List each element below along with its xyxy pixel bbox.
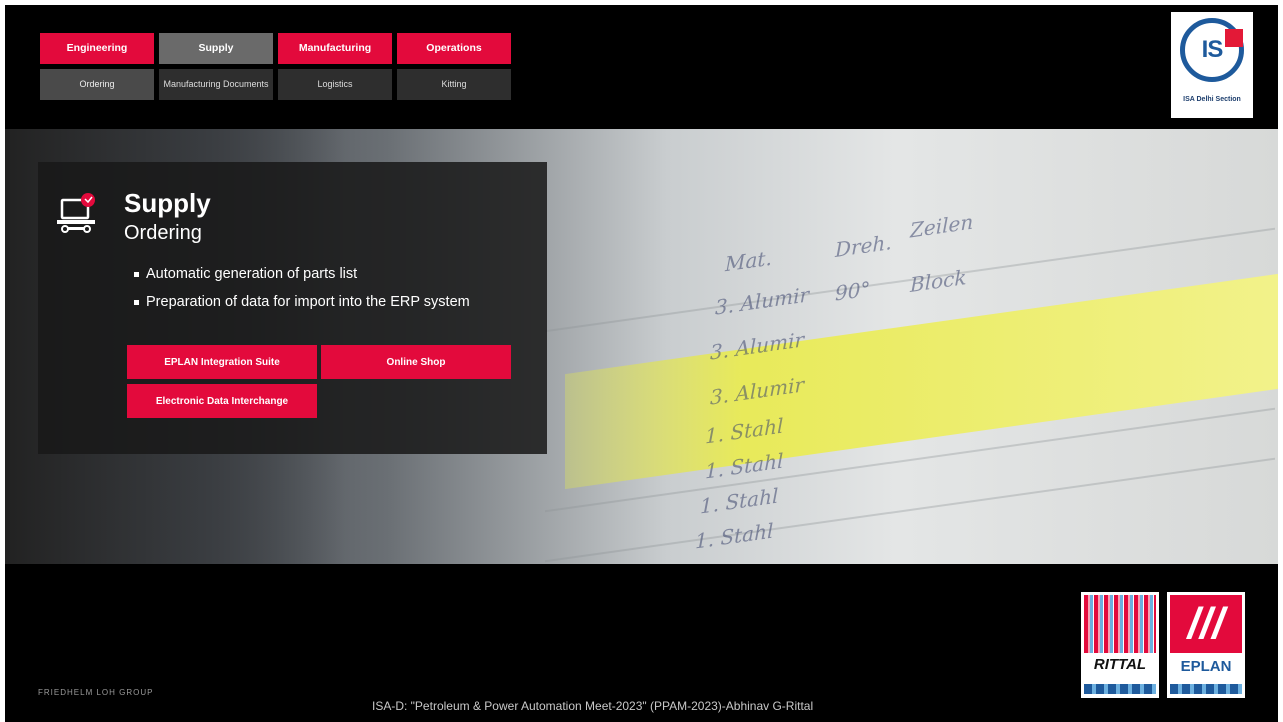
eplan-slashes-icon: /// bbox=[1170, 595, 1242, 653]
rittal-logo: RITTAL bbox=[1081, 592, 1159, 698]
rittal-bar-icon bbox=[1084, 684, 1156, 694]
nav-ordering[interactable]: Ordering bbox=[40, 69, 154, 100]
list-item: Automatic generation of parts list bbox=[134, 266, 470, 282]
rittal-wordmark: RITTAL bbox=[1093, 656, 1147, 673]
nav-engineering[interactable]: Engineering bbox=[40, 33, 154, 64]
hero-cell: Block bbox=[910, 265, 967, 297]
nav-manufacturing-documents[interactable]: Manufacturing Documents bbox=[159, 69, 273, 100]
top-border bbox=[0, 0, 1283, 5]
list-item: Preparation of data for import into the … bbox=[134, 294, 470, 310]
isa-red-square-icon bbox=[1225, 29, 1243, 47]
hero-cell: Mat. bbox=[725, 245, 772, 277]
nav-manufacturing[interactable]: Manufacturing bbox=[278, 33, 392, 64]
nav-kitting[interactable]: Kitting bbox=[397, 69, 511, 100]
hero-cell: Dreh. bbox=[835, 230, 892, 262]
footer-caption: ISA-D: "Petroleum & Power Automation Mee… bbox=[372, 699, 814, 713]
isa-logo-text: IS bbox=[1201, 36, 1224, 63]
friedhelm-loh-group-logo: FRIEDHELM LOH GROUP bbox=[38, 688, 154, 697]
feature-list: Automatic generation of parts list Prepa… bbox=[134, 266, 470, 322]
page-title: Supply bbox=[124, 188, 211, 218]
laptop-cart-icon bbox=[57, 193, 95, 233]
nav-top-row: Engineering Supply Manufacturing Operati… bbox=[40, 33, 511, 64]
brand-logos: RITTAL /// EPLAN bbox=[1081, 592, 1245, 698]
online-shop-button[interactable]: Online Shop bbox=[321, 345, 511, 379]
eplan-wordmark: EPLAN bbox=[1180, 658, 1232, 675]
isa-caption: ISA Delhi Section bbox=[1183, 96, 1241, 103]
rittal-stripes-icon bbox=[1084, 595, 1156, 653]
hero-cell: 90° bbox=[835, 276, 871, 306]
hero-cell: Zeilen bbox=[910, 209, 974, 243]
nav-logistics[interactable]: Logistics bbox=[278, 69, 392, 100]
hero-cell: 1. Stahl bbox=[695, 518, 774, 554]
hero-cell: 3. Alumir bbox=[715, 282, 810, 320]
nav-operations[interactable]: Operations bbox=[397, 33, 511, 64]
nav-bottom-row: Ordering Manufacturing Documents Logisti… bbox=[40, 69, 511, 100]
eplan-bar-icon bbox=[1170, 684, 1242, 694]
isa-logo: IS ISA Delhi Section bbox=[1171, 12, 1253, 118]
nav-supply[interactable]: Supply bbox=[159, 33, 273, 64]
electronic-data-interchange-button[interactable]: Electronic Data Interchange bbox=[127, 384, 317, 418]
eplan-logo: /// EPLAN bbox=[1167, 592, 1245, 698]
content-panel: Supply Ordering Automatic generation of … bbox=[38, 162, 547, 454]
eplan-integration-suite-button[interactable]: EPLAN Integration Suite bbox=[127, 345, 317, 379]
isa-circle-icon: IS bbox=[1180, 18, 1244, 82]
right-border bbox=[1278, 0, 1283, 722]
page-subtitle: Ordering bbox=[124, 222, 202, 244]
